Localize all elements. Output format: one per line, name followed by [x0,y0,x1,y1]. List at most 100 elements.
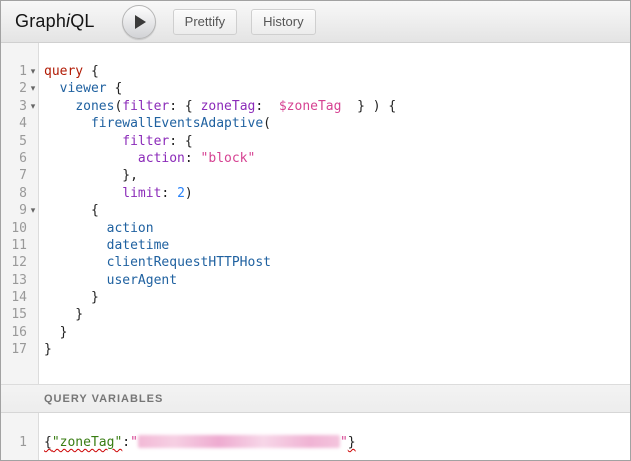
code-line[interactable]: 15 } [1,306,630,323]
code-line[interactable]: 5 filter: { [1,133,630,150]
code-token: " [130,435,138,450]
line-number: 14 [1,289,27,306]
code-text[interactable]: {"zoneTag":""} [39,434,356,451]
code-text[interactable]: action [39,220,154,237]
code-token: : { [169,134,192,149]
code-token: } [44,290,99,305]
code-token: { [107,81,123,96]
fold-gutter-spacer [27,324,39,341]
code-token: datetime [107,238,170,253]
code-line[interactable]: 8 limit: 2) [1,185,630,202]
code-text[interactable]: filter: { [39,133,193,150]
query-variables-editor[interactable]: 1{"zoneTag":""} [1,413,630,460]
code-token: } ) { [341,99,396,114]
code-token: zones [75,99,114,114]
line-number: 1 [1,63,27,80]
code-token: action [138,151,185,166]
code-text[interactable]: action: "block" [39,150,255,167]
line-number: 10 [1,220,27,237]
code-line[interactable]: 12 clientRequestHTTPHost [1,254,630,271]
line-number: 2 [1,80,27,97]
code-token: }, [44,168,138,183]
fold-gutter-spacer [27,167,39,184]
fold-gutter-spacer [27,434,39,451]
line-number: 7 [1,167,27,184]
code-token: : [185,151,201,166]
graphiql-logo: GraphiQL [15,11,95,32]
code-token [44,255,107,270]
code-line[interactable]: 3▾ zones(filter: { zoneTag: $zoneTag } )… [1,98,630,115]
prettify-button[interactable]: Prettify [173,9,237,35]
fold-gutter-spacer [27,237,39,254]
code-line[interactable]: 1▾query { [1,63,630,80]
line-number: 9 [1,202,27,219]
line-number: 8 [1,185,27,202]
code-line[interactable]: 13 userAgent [1,272,630,289]
code-text[interactable]: clientRequestHTTPHost [39,254,271,271]
code-token: ) [185,186,193,201]
code-token: } [348,435,356,450]
query-editor[interactable]: 1▾query {2▾ viewer {3▾ zones(filter: { z… [1,43,630,384]
code-text[interactable]: } [39,324,67,341]
code-token: userAgent [107,273,177,288]
fold-gutter-spacer [27,150,39,167]
redacted-zone-tag-value [138,435,340,448]
code-text[interactable]: datetime [39,237,169,254]
code-line[interactable]: 4 firewallEventsAdaptive( [1,115,630,132]
code-line[interactable]: 16 } [1,324,630,341]
code-text[interactable]: { [39,202,99,219]
code-token: } [44,342,52,357]
code-token: : { [169,99,200,114]
code-text[interactable]: } [39,341,52,358]
fold-arrow-icon[interactable]: ▾ [27,63,39,80]
code-token [44,81,60,96]
code-token [44,273,107,288]
code-line[interactable]: 6 action: "block" [1,150,630,167]
line-number: 3 [1,98,27,115]
fold-gutter-spacer [27,220,39,237]
history-button[interactable]: History [251,9,315,35]
code-token: clientRequestHTTPHost [107,255,271,270]
line-number: 5 [1,133,27,150]
code-token: : [255,99,278,114]
execute-query-button[interactable] [122,5,156,39]
code-text[interactable]: } [39,306,83,323]
code-token: firewallEventsAdaptive [91,116,263,131]
code-token: filter [122,99,169,114]
code-token: action [107,221,154,236]
code-line[interactable]: 14 } [1,289,630,306]
code-text[interactable]: userAgent [39,272,177,289]
code-text[interactable]: firewallEventsAdaptive( [39,115,271,132]
toolbar: GraphiQL Prettify History [1,1,630,43]
code-text[interactable]: viewer { [39,80,122,97]
code-text[interactable]: limit: 2) [39,185,193,202]
code-line[interactable]: 17} [1,341,630,358]
fold-gutter-spacer [27,289,39,306]
code-token: viewer [60,81,107,96]
play-icon [135,15,146,29]
line-number: 13 [1,272,27,289]
fold-arrow-icon[interactable]: ▾ [27,202,39,219]
code-text[interactable]: query { [39,63,99,80]
code-token [44,186,122,201]
code-line[interactable]: 1{"zoneTag":""} [1,434,630,451]
query-variables-title-bar[interactable]: QUERY VARIABLES [1,384,630,413]
code-token: "zoneTag" [52,435,122,450]
code-token: : [122,435,130,450]
code-line[interactable]: 2▾ viewer { [1,80,630,97]
code-line[interactable]: 11 datetime [1,237,630,254]
code-text[interactable]: zones(filter: { zoneTag: $zoneTag } ) { [39,98,396,115]
code-line[interactable]: 7 }, [1,167,630,184]
code-text[interactable]: } [39,289,99,306]
code-token: limit [122,186,161,201]
code-token: "block" [201,151,256,166]
fold-arrow-icon[interactable]: ▾ [27,98,39,115]
logo-text: QL [70,11,94,31]
code-token [44,151,138,166]
code-token: 2 [177,186,185,201]
code-line[interactable]: 9▾ { [1,202,630,219]
fold-arrow-icon[interactable]: ▾ [27,80,39,97]
logo-text: Graph [15,11,66,31]
code-line[interactable]: 10 action [1,220,630,237]
code-text[interactable]: }, [39,167,138,184]
